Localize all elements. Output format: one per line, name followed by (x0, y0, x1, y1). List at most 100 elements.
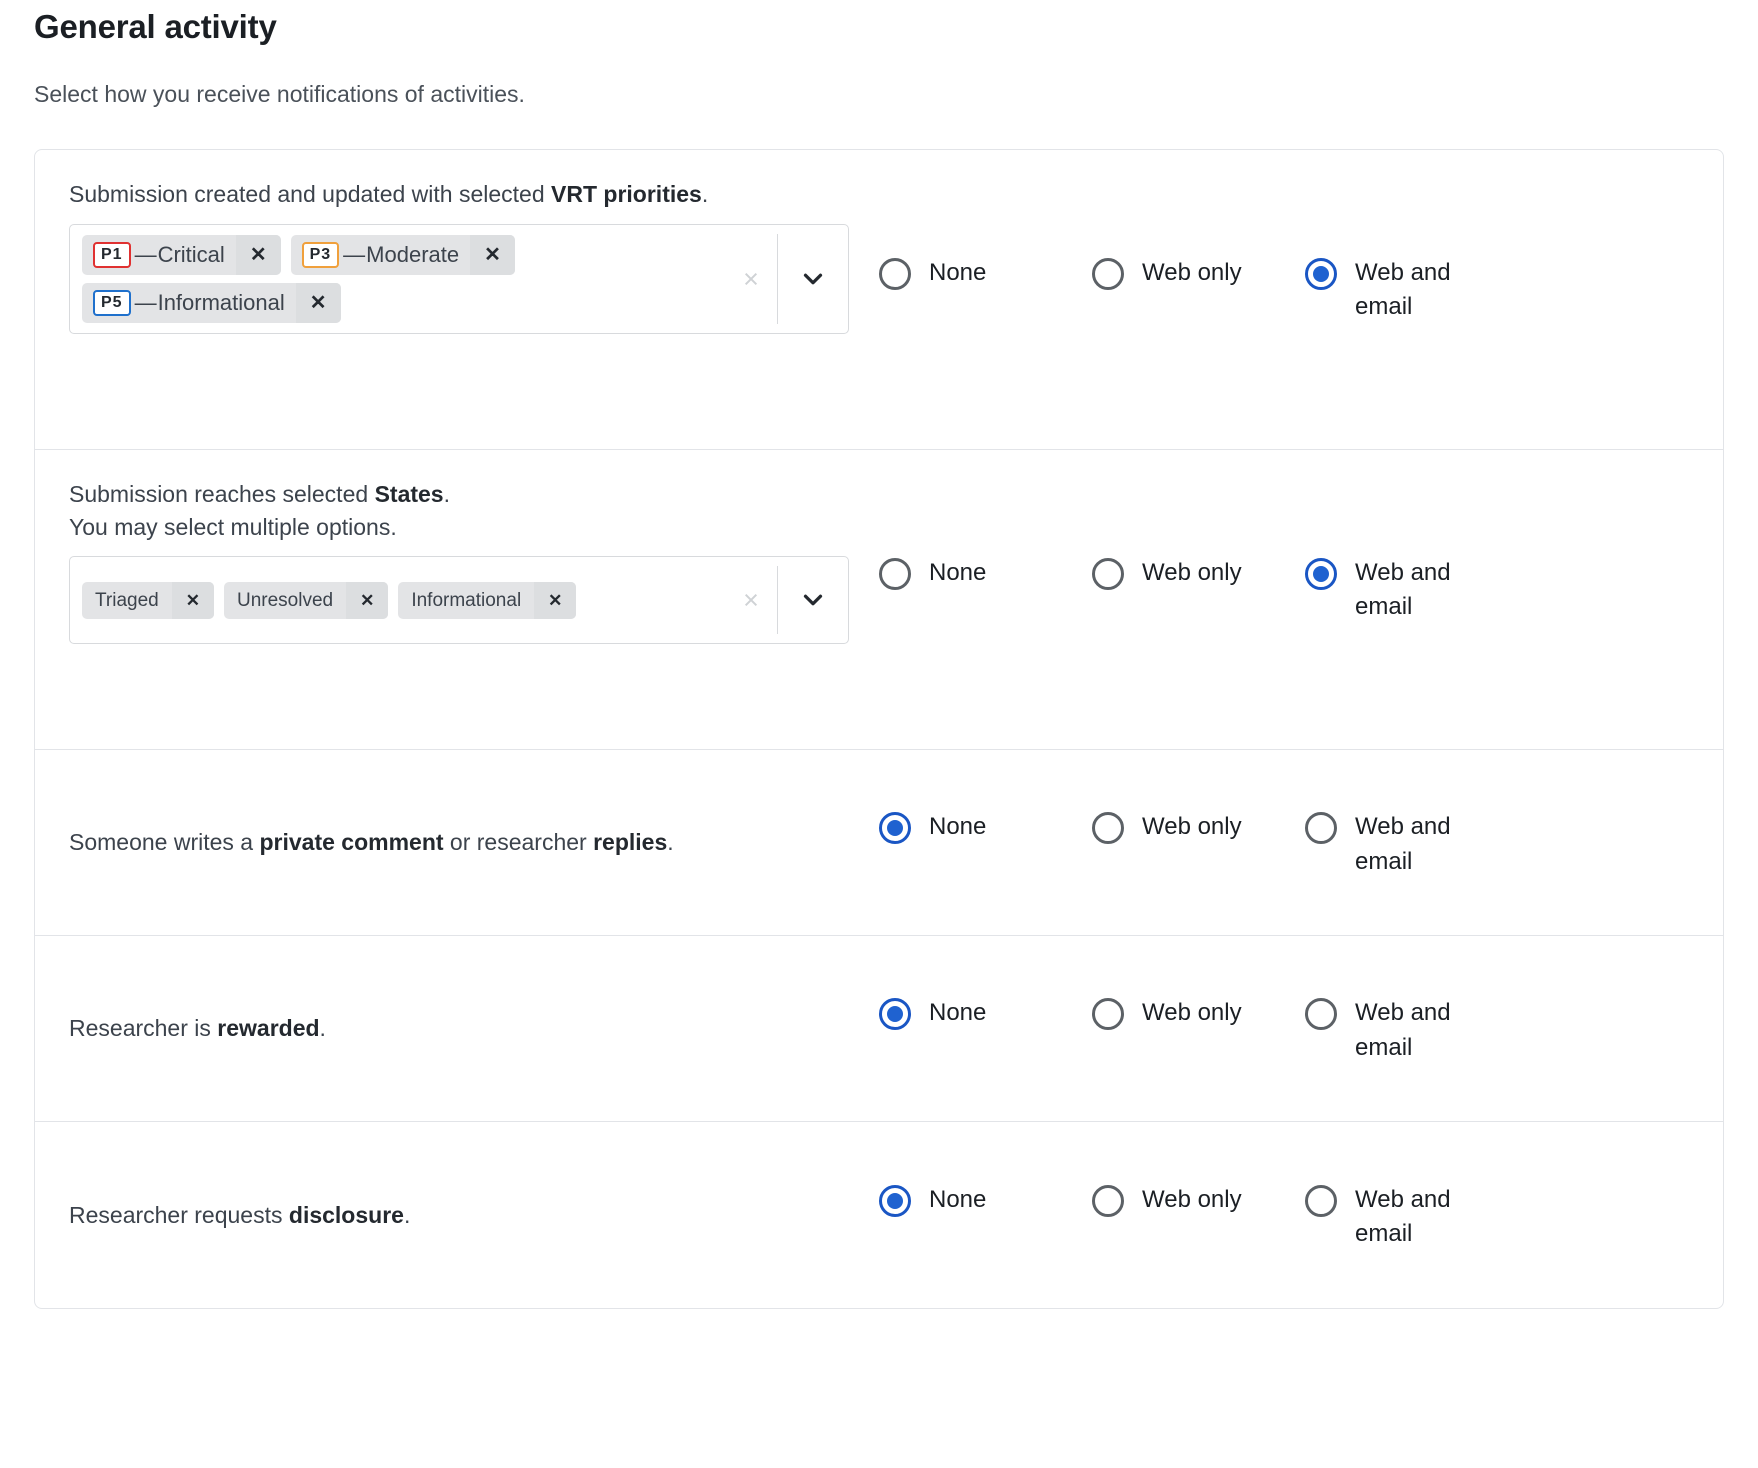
radio-option-web-and-email-submission-created-updated-vrt-priorities[interactable]: Web and email (1305, 256, 1518, 324)
tag-remove-button[interactable]: ✕ (295, 283, 341, 324)
settings-row-submission-created-updated-vrt-priorities: Submission created and updated with sele… (35, 150, 1723, 450)
row-description-text: Submission reaches selected States. (69, 481, 450, 507)
radio-label-none: None (929, 559, 987, 586)
tag-dash: — (134, 241, 157, 267)
radio-label-web-and-email: Web and email (1355, 1185, 1451, 1247)
row-description-emphasis: States (374, 481, 444, 507)
multiselect-values: Triaged ✕ Unresolved ✕ Informational ✕ (70, 557, 725, 643)
radio-option-web-only-researcher-requests-disclosure[interactable]: Web only (1092, 1183, 1305, 1217)
row-description-subtext: You may select multiple options. (69, 513, 397, 540)
notification-options-submission-reaches-selected-states: None Web only Web and email (879, 478, 1723, 624)
activity-settings-panel: Submission created and updated with sele… (34, 149, 1724, 1309)
radio-none[interactable] (879, 558, 911, 590)
multiselect-controls: × (725, 225, 848, 334)
notification-options-private-comment-or-researcher-replies: None Web only Web and email (879, 806, 1723, 878)
tag-moderate: P3— Moderate ✕ (290, 234, 515, 276)
tag-critical: P1— Critical ✕ (82, 234, 281, 276)
radio-option-web-only-submission-created-updated-vrt-priorities[interactable]: Web only (1092, 256, 1305, 290)
radio-none[interactable] (879, 1184, 911, 1217)
radio-option-web-only-researcher-is-rewarded[interactable]: Web only (1092, 996, 1305, 1031)
radio-option-none-researcher-is-rewarded[interactable]: None (879, 996, 1092, 1031)
radio-option-none-submission-reaches-selected-states[interactable]: None (879, 556, 1092, 590)
vrt-priorities-multiselect[interactable]: P1— Critical ✕ P3— Moderate ✕ P5— Informational… (69, 223, 849, 335)
tag-label: P3— Moderate (291, 235, 471, 275)
priority-badge-p3: P3 (301, 241, 340, 269)
radio-none[interactable] (879, 812, 911, 845)
radio-option-web-and-email-private-comment-or-researcher-replies[interactable]: Web and email (1305, 810, 1518, 878)
radio-none[interactable] (879, 258, 911, 290)
tag-text: Triaged (95, 589, 159, 611)
page-title: General activity (34, 8, 277, 45)
radio-option-web-and-email-researcher-requests-disclosure[interactable]: Web and email (1305, 1183, 1518, 1251)
radio-label-web-only: Web only (1142, 259, 1242, 286)
row-description-emphasis: disclosure (288, 1201, 404, 1228)
radio-label-web-and-email: Web and email (1355, 559, 1451, 621)
tag-remove-button[interactable]: ✕ (346, 581, 389, 619)
row-description-submission-created-updated-vrt-priorities: Submission created and updated with sele… (69, 178, 879, 335)
multiselect-values: P1— Critical ✕ P3— Moderate ✕ P5— Informational… (70, 225, 725, 334)
multiselect-dropdown-toggle[interactable] (778, 585, 848, 615)
radio-option-web-and-email-submission-reaches-selected-states[interactable]: Web and email (1305, 556, 1518, 624)
radio-web-and-email[interactable] (1305, 812, 1337, 845)
radio-web-only[interactable] (1092, 812, 1124, 845)
radio-label-web-and-email: Web and email (1355, 999, 1451, 1061)
radio-web-and-email[interactable] (1305, 998, 1337, 1031)
settings-row-submission-reaches-selected-states: Submission reaches selected States. You m… (35, 450, 1723, 750)
radio-option-none-submission-created-updated-vrt-priorities[interactable]: None (879, 256, 1092, 290)
radio-option-none-researcher-requests-disclosure[interactable]: None (879, 1183, 1092, 1217)
general-activity-page: General activity Select how you receive … (0, 0, 1758, 1309)
tag-label: P5— Informational (82, 283, 296, 323)
radio-option-web-and-email-researcher-is-rewarded[interactable]: Web and email (1305, 996, 1518, 1064)
tag-remove-button[interactable]: ✕ (235, 234, 281, 276)
row-description-text: Researcher requests disclosure. (69, 1201, 411, 1228)
tag-remove-button[interactable]: ✕ (171, 581, 214, 619)
clear-all-icon[interactable]: × (725, 586, 777, 614)
tag-text: Moderate (366, 241, 460, 267)
row-description-text: Submission created and updated with sele… (69, 181, 709, 207)
multiselect-dropdown-toggle[interactable] (778, 264, 848, 294)
tag-triaged: Triaged ✕ (82, 581, 214, 619)
radio-none[interactable] (879, 998, 911, 1031)
tag-informational: P5— Informational ✕ (82, 283, 341, 324)
row-description-text: Someone writes a private comment or rese… (69, 829, 674, 856)
radio-label-none: None (929, 259, 987, 286)
tag-label: Informational (398, 582, 534, 619)
row-description-emphasis-2: replies (593, 829, 668, 856)
row-description-emphasis: VRT priorities (551, 181, 702, 207)
priority-badge-p5: P5 (93, 290, 131, 317)
radio-label-none: None (929, 999, 987, 1027)
radio-web-only[interactable] (1092, 558, 1124, 590)
tag-informational: Informational ✕ (398, 581, 577, 619)
states-multiselect[interactable]: Triaged ✕ Unresolved ✕ Informational ✕ × (69, 556, 849, 645)
row-description-emphasis: private comment (259, 829, 444, 856)
multiselect-controls: × (725, 557, 848, 643)
chevron-down-icon (798, 264, 828, 294)
clear-all-icon[interactable]: × (725, 265, 777, 293)
tag-text: Informational (411, 589, 522, 611)
radio-web-and-email[interactable] (1305, 258, 1337, 290)
tag-remove-button[interactable]: ✕ (534, 581, 577, 619)
page-subtitle: Select how you receive notifications of … (34, 81, 525, 107)
tag-label: Triaged (82, 582, 172, 619)
tag-dash: — (343, 241, 366, 267)
radio-label-web-only: Web only (1142, 559, 1242, 586)
radio-web-only[interactable] (1092, 258, 1124, 290)
radio-web-only[interactable] (1092, 1184, 1124, 1217)
priority-badge-p1: P1 (93, 241, 131, 269)
row-description-text: Researcher is rewarded. (69, 1015, 326, 1042)
row-description-researcher-is-rewarded: Researcher is rewarded. (69, 1012, 879, 1045)
tag-remove-button[interactable]: ✕ (470, 234, 515, 276)
tag-label: Unresolved (224, 582, 346, 619)
chevron-down-icon (798, 585, 828, 615)
settings-row-private-comment-or-researcher-replies: Someone writes a private comment or rese… (35, 750, 1723, 936)
radio-option-web-only-private-comment-or-researcher-replies[interactable]: Web only (1092, 810, 1305, 845)
radio-label-web-only: Web only (1142, 813, 1242, 841)
row-description-researcher-requests-disclosure: Researcher requests disclosure. (69, 1199, 879, 1232)
radio-web-and-email[interactable] (1305, 1184, 1337, 1217)
radio-option-none-private-comment-or-researcher-replies[interactable]: None (879, 810, 1092, 845)
notification-options-researcher-requests-disclosure: None Web only Web and email (879, 1179, 1723, 1251)
radio-option-web-only-submission-reaches-selected-states[interactable]: Web only (1092, 556, 1305, 590)
radio-web-only[interactable] (1092, 998, 1124, 1031)
tag-text: Unresolved (236, 589, 334, 611)
radio-web-and-email[interactable] (1305, 558, 1337, 590)
